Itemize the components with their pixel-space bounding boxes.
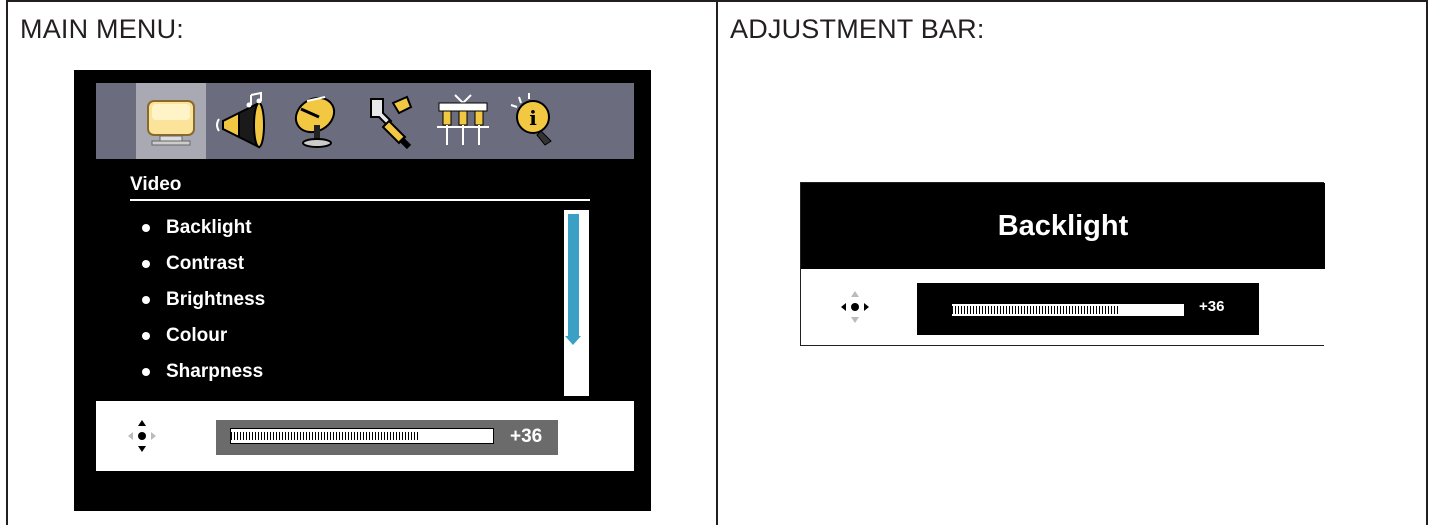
- adjustment-slider[interactable]: +36: [917, 283, 1259, 335]
- center-dot-icon: [138, 432, 146, 440]
- slider-value: +36: [1199, 298, 1225, 315]
- slider-fill: [952, 306, 1120, 314]
- scroll-thumb[interactable]: [568, 214, 579, 336]
- adjustment-title: Backlight: [801, 183, 1325, 269]
- arrow-down-icon: [138, 446, 146, 452]
- arrow-down-icon: [851, 317, 859, 323]
- arrow-right-icon: [864, 303, 869, 311]
- navigation-pad-icon: [841, 287, 869, 327]
- menu-item-sharpness[interactable]: Sharpness: [134, 354, 265, 390]
- bullet-icon: [142, 368, 150, 376]
- svg-text:i: i: [529, 106, 537, 130]
- bullet-icon: [142, 332, 150, 340]
- menu-item-label: Colour: [166, 325, 228, 346]
- picture-icon[interactable]: [136, 83, 206, 159]
- adjustment-bar-title: ADJUSTMENT BAR:: [730, 14, 985, 44]
- arrow-left-icon: [128, 432, 133, 440]
- bullet-icon: [142, 296, 150, 304]
- tv-antenna-icon[interactable]: [282, 83, 352, 159]
- slider-track[interactable]: [951, 303, 1185, 317]
- menu-item-brightness[interactable]: Brightness: [134, 282, 265, 318]
- slider-value: +36: [510, 426, 543, 447]
- osd-menu-list: Backlight Contrast Brightness Colour Sha…: [134, 210, 265, 390]
- bullet-icon: [142, 224, 150, 232]
- video-heading: Video: [130, 174, 182, 195]
- info-icon[interactable]: i: [500, 83, 570, 159]
- menu-item-colour[interactable]: Colour: [134, 318, 265, 354]
- center-dot-icon: [851, 303, 859, 311]
- slider-fill: [231, 432, 420, 440]
- column-divider: [716, 0, 718, 525]
- arrow-up-icon: [138, 420, 146, 426]
- osd-main-menu: i Video Backlight Contrast Brightness Co…: [74, 70, 651, 511]
- osd-adjust-row: +36: [96, 401, 634, 471]
- arrow-up-icon: [851, 291, 859, 297]
- value-slider[interactable]: +36: [216, 420, 558, 455]
- arrow-left-icon: [841, 303, 846, 311]
- menu-item-label: Sharpness: [166, 361, 264, 382]
- bullet-icon: [142, 260, 150, 268]
- osd-section-heading: Video: [130, 174, 590, 201]
- menu-item-backlight[interactable]: Backlight: [134, 210, 265, 246]
- sound-icon[interactable]: [208, 83, 278, 159]
- main-menu-title: MAIN MENU:: [20, 14, 184, 44]
- menu-item-label: Brightness: [166, 289, 266, 310]
- scroll-down-arrow-icon: [565, 336, 581, 345]
- arrow-right-icon: [151, 432, 156, 440]
- menu-scrollbar[interactable]: [564, 210, 589, 396]
- heading-rule: [130, 199, 590, 201]
- menu-item-label: Backlight: [166, 217, 252, 238]
- connection-icon[interactable]: [428, 83, 498, 159]
- adjustment-bar-panel: Backlight +36: [800, 182, 1325, 346]
- menu-item-label: Contrast: [166, 253, 245, 274]
- menu-item-contrast[interactable]: Contrast: [134, 246, 265, 282]
- slider-track[interactable]: [230, 428, 494, 444]
- navigation-pad-icon: [128, 416, 156, 456]
- setup-icon[interactable]: [356, 83, 426, 159]
- osd-icon-bar: i: [96, 83, 634, 159]
